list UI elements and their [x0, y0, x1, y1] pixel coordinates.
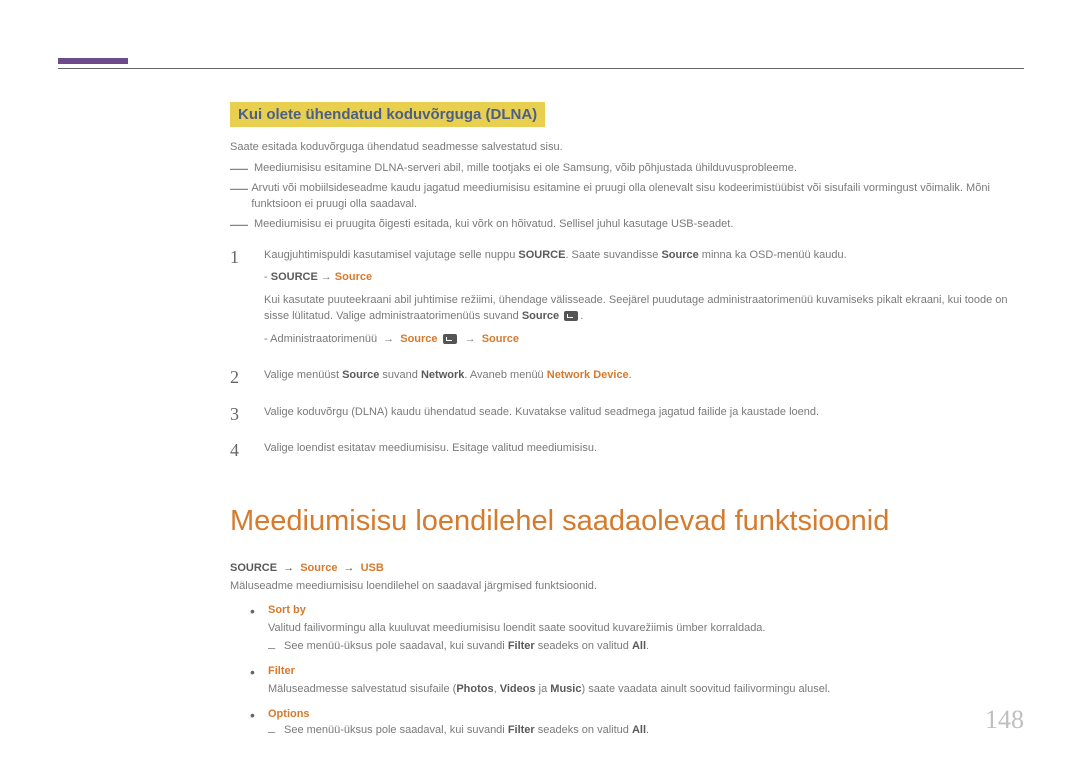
menu-path: USB	[361, 562, 384, 574]
text: . Saate suvandisse	[565, 249, 661, 261]
step-body: Valige loendist esitatav meediumisisu. E…	[264, 440, 1024, 463]
step-2: 2 Valige menüüst Source suvand Network. …	[230, 367, 1024, 390]
bold: Photos	[456, 683, 493, 695]
text: .	[646, 640, 649, 652]
arrow-icon: →	[280, 562, 297, 574]
dash-icon: ‒	[268, 640, 284, 655]
note-item: ― Meediumisisu ei pruugita õigesti esita…	[230, 217, 1024, 233]
step-1: 1 Kaugjuhtimispuldi kasutamisel vajutage…	[230, 247, 1024, 354]
text: ) saate vaadata ainult soovitud failivor…	[581, 683, 830, 695]
text: . Avaneb menüü	[464, 369, 546, 381]
step-number: 3	[230, 404, 264, 427]
note-text: Meediumisisu ei pruugita õigesti esitada…	[254, 217, 733, 233]
menu-path: Source	[335, 271, 372, 283]
note-list: ― Meediumisisu esitamine DLNA-serveri ab…	[230, 161, 1024, 233]
chapter-tab-marker	[58, 58, 128, 64]
bold: Source	[661, 249, 698, 261]
text: -	[264, 271, 271, 283]
numbered-steps: 1 Kaugjuhtimispuldi kasutamisel vajutage…	[230, 247, 1024, 463]
bold: SOURCE	[230, 562, 277, 574]
bold: Source	[342, 369, 379, 381]
source-chip-icon	[443, 334, 457, 344]
sub-note: ‒ See menüü-üksus pole saadaval, kui suv…	[250, 724, 1024, 739]
bullet-title: Filter	[268, 665, 295, 677]
text: Kui kasutate puuteekraani abil juhtimise…	[264, 294, 1008, 323]
bullet-list: Sort by Valitud failivormingu alla kuulu…	[230, 604, 1024, 739]
text: seadeks on valitud	[535, 724, 632, 736]
text: Valige menüüst	[264, 369, 342, 381]
bold: SOURCE	[271, 271, 318, 283]
dash-icon: ‒	[268, 724, 284, 739]
bold: Music	[550, 683, 581, 695]
section-title: Kui olete ühendatud koduvõrguga (DLNA)	[230, 102, 545, 127]
bold: All	[632, 724, 646, 736]
page-content: Kui olete ühendatud koduvõrguga (DLNA) S…	[230, 102, 1024, 749]
step-body: Valige menüüst Source suvand Network. Av…	[264, 367, 1024, 390]
source-path: SOURCE → Source → USB	[230, 562, 1024, 574]
dash-icon: ―	[230, 179, 245, 213]
bullet-sortby: Sort by Valitud failivormingu alla kuulu…	[250, 604, 1024, 656]
arrow-icon: →	[340, 562, 357, 574]
bold: Filter	[508, 724, 535, 736]
arrow-icon: →	[383, 333, 394, 345]
bullet-filter: Filter Mäluseadmesse salvestatud sisufai…	[250, 665, 1024, 698]
step-number: 4	[230, 440, 264, 463]
step-4: 4 Valige loendist esitatav meediumisisu.…	[230, 440, 1024, 463]
text: .	[646, 724, 649, 736]
bullet-text: Valitud failivormingu alla kuuluvat meed…	[250, 620, 1024, 637]
text: Valige loendist esitatav meediumisisu. E…	[264, 440, 1024, 457]
page-number: 148	[985, 705, 1024, 735]
note-text: Meediumisisu esitamine DLNA-serveri abil…	[254, 161, 797, 177]
step-3: 3 Valige koduvõrgu (DLNA) kaudu ühendatu…	[230, 404, 1024, 427]
text: See menüü-üksus pole saadaval, kui suvan…	[284, 640, 508, 652]
menu-path: Network Device	[547, 369, 629, 381]
text: - Administraatorimenüü	[264, 333, 380, 345]
sub-note: ‒ See menüü-üksus pole saadaval, kui suv…	[250, 640, 1024, 655]
text: Mäluseadmesse salvestatud sisufaile (	[268, 683, 456, 695]
step-body: Valige koduvõrgu (DLNA) kaudu ühendatud …	[264, 404, 1024, 427]
text: ja	[536, 683, 551, 695]
text: seadeks on valitud	[535, 640, 632, 652]
main-heading: Meediumisisu loendilehel saadaolevad fun…	[230, 505, 1024, 538]
bold: Filter	[508, 640, 535, 652]
bullet-options: Options ‒ See menüü-üksus pole saadaval,…	[250, 708, 1024, 739]
source-chip-icon	[564, 311, 578, 321]
top-rule	[58, 68, 1024, 69]
dash-icon: ―	[230, 159, 248, 177]
text: minna ka OSD-menüü kaudu.	[699, 249, 847, 261]
menu-path: Source	[300, 562, 337, 574]
dash-icon: ―	[230, 215, 248, 233]
step-number: 1	[230, 247, 264, 354]
bullet-title: Options	[268, 708, 310, 720]
bullet-title: Sort by	[268, 604, 306, 616]
text: suvand	[379, 369, 421, 381]
bold: SOURCE	[518, 249, 565, 261]
bold: Network	[421, 369, 464, 381]
bold: All	[632, 640, 646, 652]
description: Mäluseadme meediumisisu loendilehel on s…	[230, 580, 1024, 592]
text: Valige koduvõrgu (DLNA) kaudu ühendatud …	[264, 404, 1024, 421]
note-item: ― Meediumisisu esitamine DLNA-serveri ab…	[230, 161, 1024, 177]
intro-text: Saate esitada koduvõrguga ühendatud sead…	[230, 141, 1024, 153]
step-number: 2	[230, 367, 264, 390]
arrow-icon: →	[321, 271, 332, 283]
text: .	[629, 369, 632, 381]
note-text: Arvuti või mobiilsideseadme kaudu jagatu…	[251, 181, 1024, 213]
step-body: Kaugjuhtimispuldi kasutamisel vajutage s…	[264, 247, 1024, 354]
arrow-icon: →	[465, 333, 476, 345]
bold: Videos	[500, 683, 536, 695]
bold: Source	[522, 310, 559, 322]
text: Kaugjuhtimispuldi kasutamisel vajutage s…	[264, 249, 518, 261]
menu-path: Source	[400, 333, 437, 345]
menu-path: Source	[482, 333, 519, 345]
text: See menüü-üksus pole saadaval, kui suvan…	[284, 724, 508, 736]
note-item: ― Arvuti või mobiilsideseadme kaudu jaga…	[230, 181, 1024, 213]
